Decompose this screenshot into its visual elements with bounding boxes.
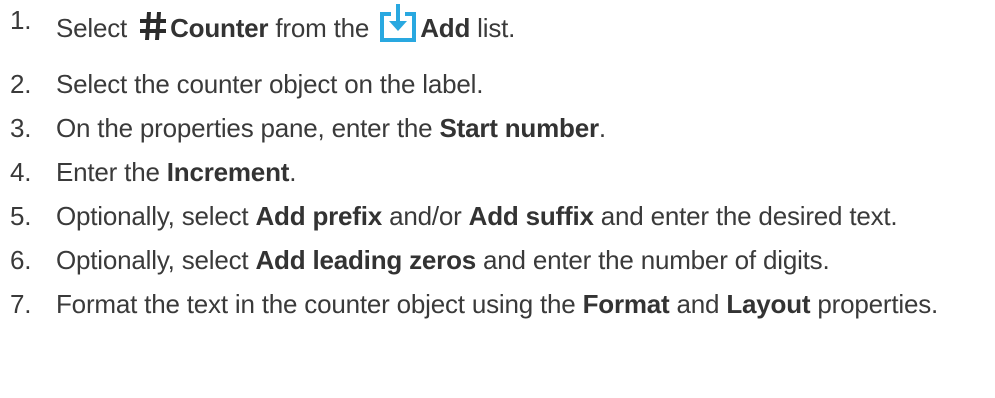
step-text: Select [56,12,135,43]
add-list-icon [380,4,417,42]
hash-icon [140,11,167,40]
increment-label: Increment [166,157,290,187]
step-4: 4. Enter the Increment. [10,152,990,192]
step-text: and/or [382,201,469,231]
add-leading-zeros-label: Add leading zeros [255,245,477,275]
step-3: 3. On the properties pane, enter the Star… [10,108,990,148]
step-text: from the [268,12,377,43]
step-6: 6. Optionally, select Add leading zeros a… [10,240,990,280]
step-text: properties. [810,289,939,319]
step-2: 2. Select the counter object on the label… [10,64,990,104]
step-number: 3. [10,113,32,143]
step-text: and [669,289,727,319]
step-text: and enter the desired text. [593,201,898,231]
step-text: . [289,157,297,187]
step-1: 1. Select Counter from the Add list. [10,0,990,61]
add-label: Add [420,12,471,43]
step-5: 5. Optionally, select Add prefix and/or A… [10,196,990,236]
step-number: 7. [10,289,32,319]
step-text: Optionally, select [56,201,256,231]
add-prefix-label: Add prefix [255,201,383,231]
format-label: Format [582,289,670,319]
step-number: 1. [10,5,32,35]
step-text: Optionally, select [56,245,256,275]
step-number: 4. [10,157,32,187]
step-number: 2. [10,69,32,99]
step-number: 6. [10,245,32,275]
step-text: . [598,113,606,143]
counter-label: Counter [170,12,269,43]
start-number-label: Start number [439,113,599,143]
step-text: On the properties pane, enter the [56,113,440,143]
step-text: Format the text in the counter object us… [56,289,583,319]
step-number: 5. [10,201,32,231]
step-7: 7. Format the text in the counter object … [10,284,990,324]
step-text: Select the counter object on the label. [56,69,484,99]
add-suffix-label: Add suffix [468,201,594,231]
step-text: and enter the number of digits. [476,245,830,275]
step-text: Enter the [56,157,167,187]
instruction-steps-list: 1. Select Counter from the Add list. 2. Se… [10,0,990,324]
step-text: list. [470,12,516,43]
layout-label: Layout [726,289,811,319]
